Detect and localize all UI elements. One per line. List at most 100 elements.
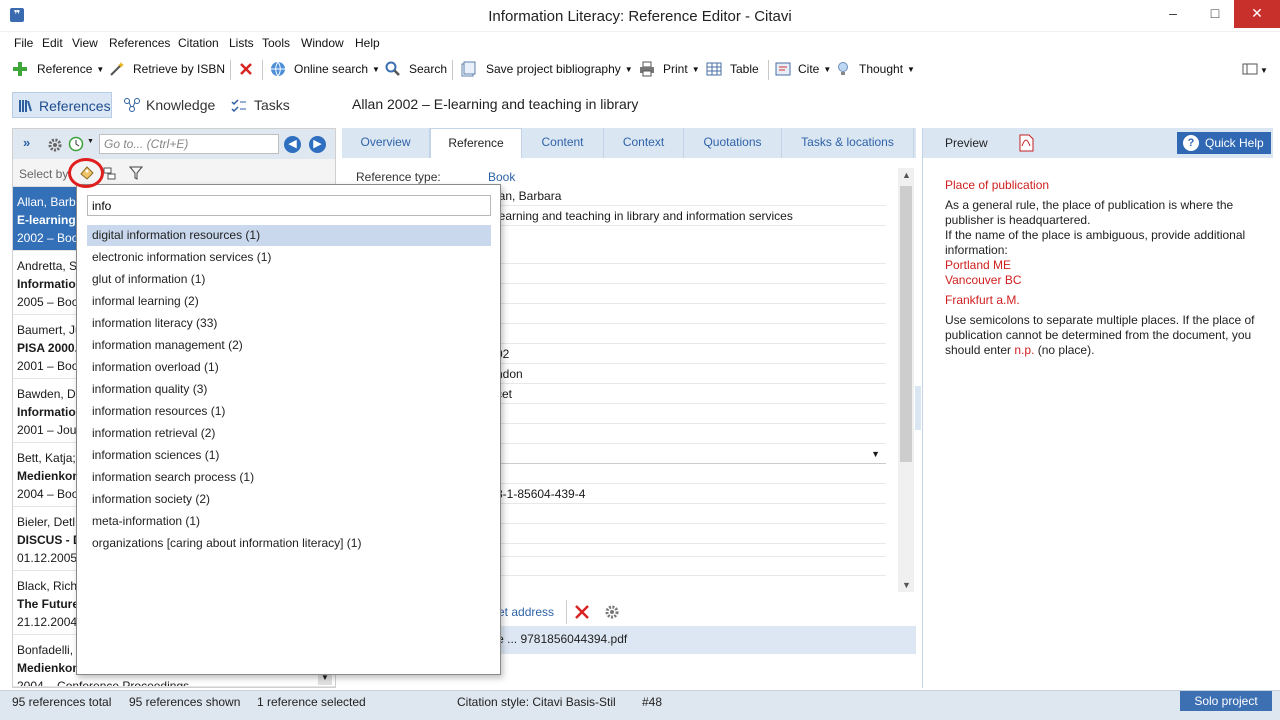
status-selected: 1 reference selected	[257, 695, 366, 709]
nav-tab-tasks[interactable]: Tasks	[228, 92, 298, 118]
menu-file[interactable]: File	[14, 36, 33, 50]
highlight-circle-annotation	[68, 158, 104, 188]
printer-icon	[640, 61, 654, 77]
remove-attachment-icon[interactable]	[574, 604, 590, 620]
nav-tab-references[interactable]: References	[12, 92, 112, 118]
attachment-file-name[interactable]: y.de ... 9781856044394.pdf	[482, 632, 627, 646]
tab-tasks-locations[interactable]: Tasks & locations	[782, 128, 914, 158]
preview-help-panel: Preview ? Quick Help Place of publicatio…	[922, 128, 1273, 688]
keyword-item[interactable]: information literacy (33)	[87, 313, 491, 334]
print-button[interactable]: Print ▼	[663, 62, 700, 76]
keyword-item[interactable]: information sciences (1)	[87, 445, 491, 466]
tab-reference[interactable]: Reference	[430, 128, 522, 158]
keyword-item[interactable]: information quality (3)	[87, 379, 491, 400]
quick-help-button[interactable]: ? Quick Help	[1177, 132, 1271, 154]
category-selection-icon[interactable]	[103, 167, 117, 181]
title-bar: ❞ Information Literacy: Reference Editor…	[0, 0, 1280, 32]
layout-icon[interactable]	[1242, 61, 1258, 77]
toolbar-separator	[452, 60, 453, 80]
books-icon	[19, 100, 32, 112]
keyword-item[interactable]: meta-information (1)	[87, 511, 491, 532]
keyword-item[interactable]: information society (2)	[87, 489, 491, 510]
toolbar-separator	[230, 60, 231, 80]
preview-label[interactable]: Preview	[945, 136, 988, 150]
menu-help[interactable]: Help	[355, 36, 380, 50]
expand-icon[interactable]: »	[23, 135, 30, 150]
keyword-item[interactable]: information search process (1)	[87, 467, 491, 488]
keyword-item[interactable]: organizations [caring about information …	[87, 533, 491, 554]
reference-heading: Allan 2002 – E-learning and teaching in …	[352, 96, 639, 112]
editor-tabs: Overview Reference Content Context Quota…	[342, 128, 916, 158]
gear-icon[interactable]	[47, 137, 63, 153]
search-button[interactable]: Search	[409, 62, 447, 76]
menu-edit[interactable]: Edit	[42, 36, 63, 50]
menu-window[interactable]: Window	[301, 36, 344, 50]
keyword-item[interactable]: glut of information (1)	[87, 269, 491, 290]
select-by-label: Select by	[19, 167, 69, 181]
keyword-item[interactable]: information resources (1)	[87, 401, 491, 422]
table-button[interactable]: Table	[730, 62, 759, 76]
quick-help-content: Place of publication As a general rule, …	[945, 178, 1257, 358]
history-icon[interactable]	[68, 136, 84, 152]
help-text-span: (no place).	[1034, 343, 1095, 357]
keyword-selection-popup: digital information resources (1) electr…	[76, 184, 501, 675]
panel-splitter-handle[interactable]	[915, 386, 921, 430]
next-arrow-icon[interactable]: ▶	[309, 136, 326, 153]
status-shown: 95 references shown	[129, 695, 241, 709]
retrieve-by-isbn-button[interactable]: Retrieve by ISBN	[133, 62, 225, 76]
minimize-button[interactable]: –	[1156, 0, 1190, 28]
menu-lists[interactable]: Lists	[229, 36, 254, 50]
save-project-bibliography-button[interactable]: Save project bibliography ▼	[486, 62, 633, 76]
keyword-item[interactable]: digital information resources (1)	[87, 225, 491, 246]
previous-arrow-icon[interactable]: ◀	[284, 136, 301, 153]
reference-type-label: Reference type:	[356, 170, 441, 184]
reference-button[interactable]: Reference ▼	[37, 62, 104, 76]
help-example: Frankfurt a.M.	[945, 293, 1020, 307]
status-total: 95 references total	[12, 695, 112, 709]
dropdown-arrow-icon[interactable]: ▼	[871, 444, 880, 464]
window-title: Information Literacy: Reference Editor -…	[488, 8, 792, 25]
goto-input[interactable]: Go to... (Ctrl+E)	[99, 134, 279, 154]
knowledge-icon	[124, 98, 140, 112]
delete-icon[interactable]	[238, 61, 254, 77]
keyword-item[interactable]: informal learning (2)	[87, 291, 491, 312]
pdf-icon[interactable]	[1017, 134, 1035, 152]
reference-type-value[interactable]: Book	[488, 170, 515, 184]
help-paragraph: If the name of the place is ambiguous, p…	[945, 228, 1246, 257]
history-dropdown[interactable]: ▼	[87, 138, 94, 145]
layout-dropdown[interactable]: ▼	[1260, 66, 1268, 75]
keyword-item[interactable]: information management (2)	[87, 335, 491, 356]
menu-bar: File Edit View References Citation Lists…	[0, 33, 1280, 53]
tab-quotations[interactable]: Quotations	[684, 128, 782, 158]
status-citation-style[interactable]: Citation style: Citavi Basis-Stil	[457, 695, 616, 709]
menu-tools[interactable]: Tools	[262, 36, 290, 50]
reference-meta: 2004 – Conference Proceedings	[17, 679, 190, 687]
nav-tab-knowledge[interactable]: Knowledge	[120, 92, 220, 118]
scroll-up-icon[interactable]: ▲	[902, 170, 911, 180]
attachment-settings-gear-icon[interactable]	[604, 604, 620, 620]
cite-button[interactable]: Cite ▼	[798, 62, 831, 76]
tab-overview[interactable]: Overview	[342, 128, 430, 158]
scroll-down-icon[interactable]: ▼	[902, 580, 911, 590]
search-icon	[385, 61, 400, 76]
maximize-button[interactable]: □	[1198, 0, 1232, 28]
bibliography-icon	[461, 61, 476, 77]
menu-references[interactable]: References	[109, 36, 170, 50]
solo-project-badge[interactable]: Solo project	[1180, 691, 1272, 711]
menu-citation[interactable]: Citation	[178, 36, 219, 50]
add-online-address-link[interactable]: et address	[498, 605, 554, 619]
cite-icon	[775, 62, 791, 76]
online-search-button[interactable]: Online search ▼	[294, 62, 380, 76]
keyword-item[interactable]: information retrieval (2)	[87, 423, 491, 444]
keyword-search-input[interactable]	[87, 195, 491, 216]
editor-scroll-thumb[interactable]	[900, 186, 912, 462]
thought-button[interactable]: Thought ▼	[859, 62, 915, 76]
tab-content[interactable]: Content	[522, 128, 604, 158]
close-button[interactable]: ✕	[1234, 0, 1280, 28]
filter-icon[interactable]	[129, 166, 143, 180]
main-toolbar: Reference ▼ Retrieve by ISBN Online searc…	[0, 56, 1280, 82]
keyword-item[interactable]: information overload (1)	[87, 357, 491, 378]
keyword-item[interactable]: electronic information services (1)	[87, 247, 491, 268]
menu-view[interactable]: View	[72, 36, 98, 50]
tab-context[interactable]: Context	[604, 128, 684, 158]
